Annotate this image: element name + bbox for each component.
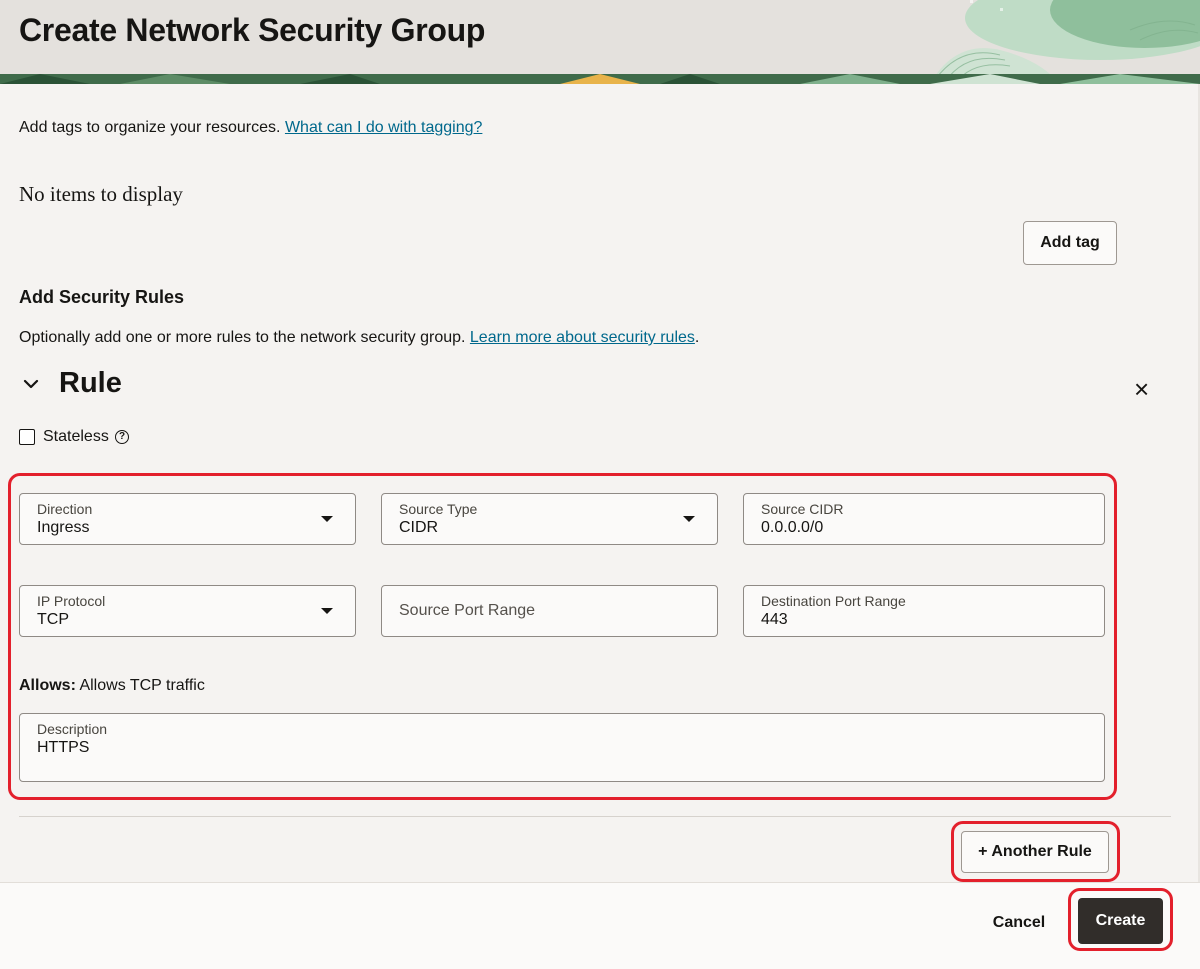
- rule-title: Rule: [59, 367, 122, 399]
- source-cidr-label: Source CIDR: [761, 501, 844, 517]
- allows-label: Allows:: [19, 677, 76, 694]
- source-type-value: CIDR: [399, 519, 439, 536]
- destination-port-range-input[interactable]: Destination Port Range 443: [743, 585, 1105, 637]
- page-header: Create Network Security Group: [0, 0, 1200, 84]
- source-port-range-placeholder: Source Port Range: [399, 602, 536, 619]
- source-type-label: Source Type: [399, 501, 478, 517]
- source-type-select[interactable]: Source Type CIDR: [381, 493, 718, 545]
- add-tag-button[interactable]: Add tag: [1023, 221, 1117, 265]
- tags-intro-text: Add tags to organize your resources.: [19, 119, 281, 136]
- ip-protocol-select[interactable]: IP Protocol TCP: [19, 585, 356, 637]
- cancel-button[interactable]: Cancel: [984, 902, 1054, 944]
- tagging-help-link[interactable]: What can I do with tagging?: [285, 119, 482, 136]
- ip-protocol-label: IP Protocol: [37, 593, 106, 609]
- direction-value: Ingress: [37, 519, 90, 536]
- destination-port-range-label: Destination Port Range: [761, 593, 906, 609]
- security-rules-heading: Add Security Rules: [19, 287, 185, 307]
- section-divider: [19, 816, 1171, 817]
- destination-port-range-value: 443: [761, 611, 788, 628]
- chevron-down-icon[interactable]: [23, 378, 39, 390]
- dropdown-caret-icon: [683, 516, 695, 522]
- direction-label: Direction: [37, 501, 93, 517]
- security-rules-learn-more-link[interactable]: Learn more about security rules: [470, 329, 695, 346]
- source-cidr-input[interactable]: Source CIDR 0.0.0.0/0: [743, 493, 1105, 545]
- stateless-checkbox[interactable]: [19, 429, 35, 445]
- direction-select[interactable]: Direction Ingress: [19, 493, 356, 545]
- security-rules-period: .: [694, 329, 700, 346]
- source-cidr-value: 0.0.0.0/0: [761, 519, 824, 536]
- create-button[interactable]: Create: [1078, 898, 1163, 944]
- ip-protocol-value: TCP: [37, 611, 69, 628]
- add-another-rule-button[interactable]: + Another Rule: [961, 831, 1109, 873]
- page-title: Create Network Security Group: [19, 12, 486, 48]
- security-rules-intro: Optionally add one or more rules to the …: [19, 329, 699, 347]
- description-textarea[interactable]: Description HTTPS: [19, 713, 1105, 782]
- header-strip-decoration: [0, 74, 1200, 84]
- dropdown-caret-icon: [321, 516, 333, 522]
- description-value: HTTPS: [37, 739, 90, 756]
- help-icon[interactable]: ?: [115, 430, 129, 444]
- stateless-label: Stateless: [43, 428, 109, 445]
- tags-intro: Add tags to organize your resources. Wha…: [19, 119, 482, 137]
- source-port-range-input[interactable]: Source Port Range: [381, 585, 718, 637]
- tags-empty-text: No items to display: [19, 182, 183, 206]
- allows-info: Allows: Allows TCP traffic: [19, 677, 205, 695]
- dropdown-caret-icon: [321, 608, 333, 614]
- description-label: Description: [37, 721, 108, 737]
- close-icon[interactable]: ×: [1134, 376, 1149, 402]
- allows-value: Allows TCP traffic: [79, 677, 205, 694]
- security-rules-intro-text: Optionally add one or more rules to the …: [19, 329, 466, 346]
